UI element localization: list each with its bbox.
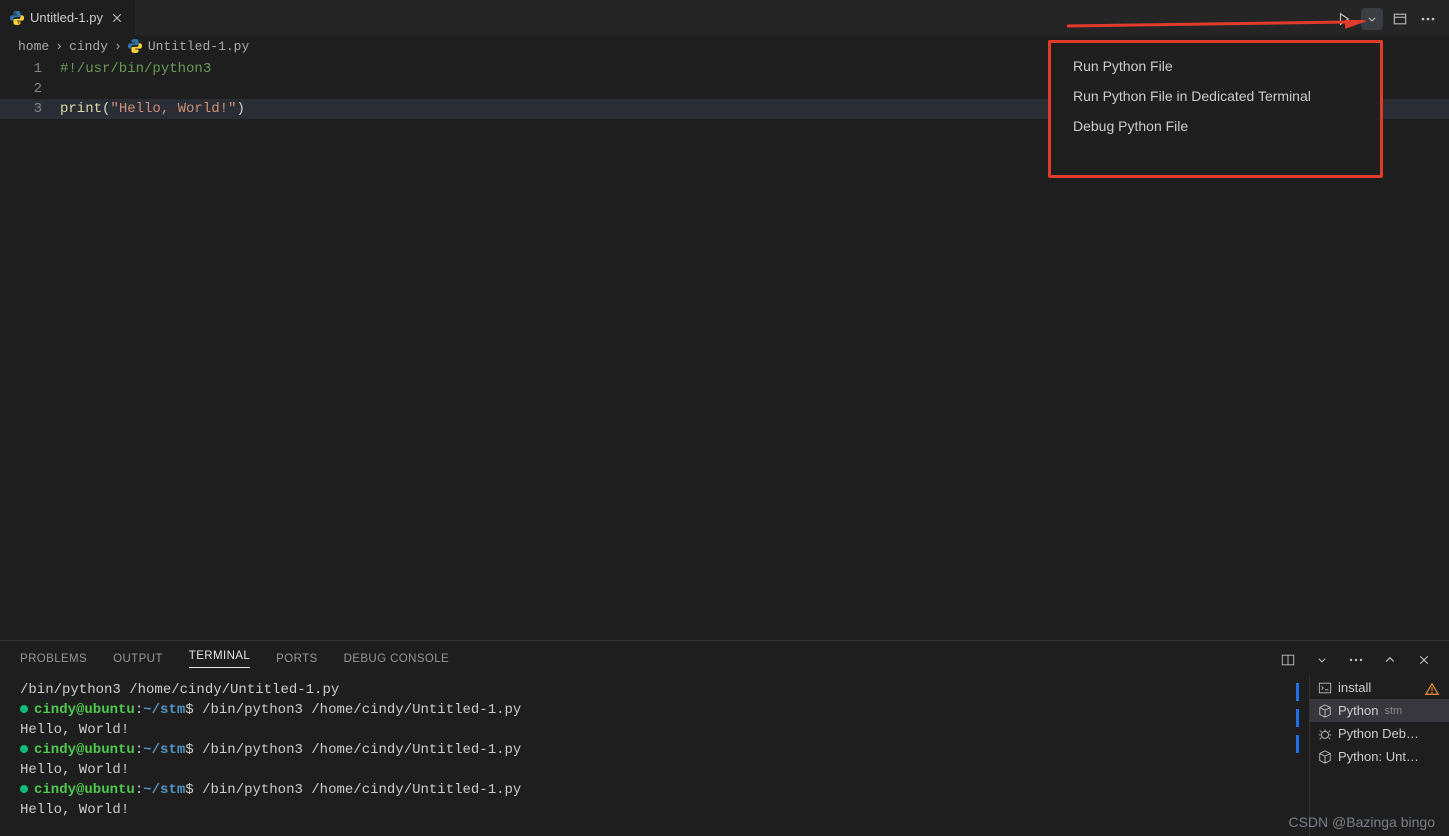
split-editor-icon[interactable] xyxy=(1389,8,1411,30)
terminal-item-python-unt[interactable]: Python: Unt… xyxy=(1310,745,1449,768)
bug-icon xyxy=(1318,727,1332,741)
panel-actions xyxy=(1277,649,1435,671)
terminal-item-note: stm xyxy=(1384,705,1402,717)
tab-output[interactable]: OUTPUT xyxy=(113,653,163,665)
cube-icon xyxy=(1318,750,1332,764)
tab-ports[interactable]: PORTS xyxy=(276,653,317,665)
tab-problems[interactable]: PROBLEMS xyxy=(20,653,87,665)
run-dropdown-menu: Run Python File Run Python File in Dedic… xyxy=(1048,40,1383,178)
chevron-right-icon: › xyxy=(114,39,122,54)
warning-icon[interactable] xyxy=(1425,682,1439,699)
close-panel-icon[interactable] xyxy=(1413,649,1435,671)
terminal-line: Hello, World! xyxy=(20,800,1429,820)
terminal-item-label: Python xyxy=(1338,703,1378,718)
split-terminal-icon[interactable] xyxy=(1277,649,1299,671)
code-token-fn: print xyxy=(60,101,102,117)
terminal-item-python[interactable]: Python stm xyxy=(1310,699,1449,722)
terminal-icon xyxy=(1318,681,1332,695)
terminal-line: /bin/python3 /home/cindy/Untitled-1.py xyxy=(20,680,1429,700)
run-dropdown-button[interactable] xyxy=(1361,8,1383,30)
editor-actions xyxy=(1333,8,1439,30)
chevron-right-icon: › xyxy=(55,39,63,54)
more-icon[interactable] xyxy=(1345,649,1367,671)
tab-title: Untitled-1.py xyxy=(30,10,103,25)
terminal-line: cindy@ubuntu:~/stm$ /bin/python3 /home/c… xyxy=(20,780,1429,800)
terminal-item-label: Python Deb… xyxy=(1338,726,1419,741)
crumb-file[interactable]: Untitled-1.py xyxy=(148,39,249,54)
bottom-panel: PROBLEMS OUTPUT TERMINAL PORTS DEBUG CON… xyxy=(0,640,1449,836)
tab-debug-console[interactable]: DEBUG CONSOLE xyxy=(344,653,450,665)
menu-item-debug-python[interactable]: Debug Python File xyxy=(1051,111,1380,141)
tab-terminal[interactable]: TERMINAL xyxy=(189,650,250,668)
close-icon[interactable] xyxy=(109,10,125,26)
python-icon xyxy=(128,39,142,53)
chevron-down-icon[interactable] xyxy=(1311,649,1333,671)
watermark: CSDN @Bazinga bingo xyxy=(1288,814,1435,830)
terminal-scroll-marks xyxy=(1296,683,1299,757)
terminal-line: Hello, World! xyxy=(20,720,1429,740)
code-text: #!/usr/bin/python3 xyxy=(60,61,211,77)
crumb-user[interactable]: cindy xyxy=(69,39,108,54)
terminal-item-debug[interactable]: Python Deb… xyxy=(1310,722,1449,745)
terminal-line: Hello, World! xyxy=(20,760,1429,780)
menu-item-run-python[interactable]: Run Python File xyxy=(1051,51,1380,81)
crumb-home[interactable]: home xyxy=(18,39,49,54)
more-icon[interactable] xyxy=(1417,8,1439,30)
editor-tab[interactable]: Untitled-1.py xyxy=(0,0,136,35)
terminal-list: install Python stm Python Deb… Python: U… xyxy=(1309,676,1449,836)
menu-item-run-dedicated[interactable]: Run Python File in Dedicated Terminal xyxy=(1051,81,1380,111)
code-token-str: "Hello, World!" xyxy=(110,101,236,117)
panel-tabs: PROBLEMS OUTPUT TERMINAL PORTS DEBUG CON… xyxy=(0,641,1449,676)
tab-bar: Untitled-1.py xyxy=(0,0,1449,35)
cube-icon xyxy=(1318,704,1332,718)
run-icon[interactable] xyxy=(1333,8,1355,30)
terminal-line: cindy@ubuntu:~/stm$ /bin/python3 /home/c… xyxy=(20,740,1429,760)
terminal-output[interactable]: /bin/python3 /home/cindy/Untitled-1.py c… xyxy=(0,676,1449,824)
chevron-up-icon[interactable] xyxy=(1379,649,1401,671)
terminal-item-label: Python: Unt… xyxy=(1338,749,1419,764)
terminal-line: cindy@ubuntu:~/stm$ /bin/python3 /home/c… xyxy=(20,700,1429,720)
python-icon xyxy=(10,11,24,25)
terminal-item-label: install xyxy=(1338,680,1371,695)
